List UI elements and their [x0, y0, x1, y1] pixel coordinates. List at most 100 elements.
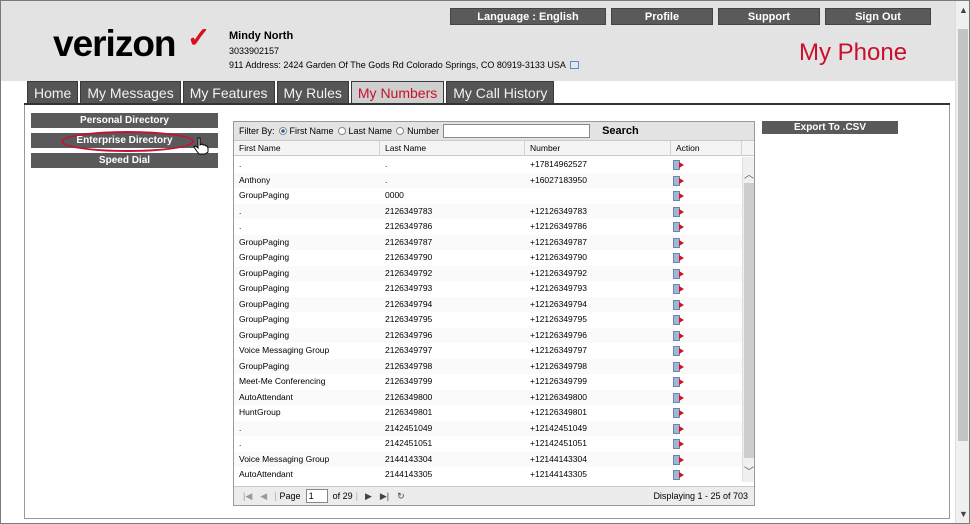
last-name-cell: .: [385, 159, 388, 169]
scroll-up-icon[interactable]: ︿: [744, 166, 754, 181]
support-button[interactable]: Support: [718, 8, 820, 25]
prev-page-icon[interactable]: ◀: [260, 491, 267, 502]
table-row[interactable]: . 2126349786 +12126349786: [234, 219, 742, 235]
table-row[interactable]: . 2142451049 +12142451049: [234, 420, 742, 436]
page-input[interactable]: 1: [305, 489, 328, 503]
tab-my-rules[interactable]: My Rules: [276, 81, 349, 103]
table-row[interactable]: GroupPaging 2126349795 +12126349795: [234, 312, 742, 328]
first-name-cell: Voice Messaging Group: [239, 345, 330, 355]
speed-dial-button[interactable]: Speed Dial: [31, 153, 218, 168]
last-name-cell: 2126349801: [385, 407, 433, 417]
first-name-cell: GroupPaging: [239, 329, 290, 340]
table-row[interactable]: GroupPaging 2126349798 +12126349798: [234, 358, 742, 374]
window-scroll-down-icon[interactable]: ▼: [959, 509, 968, 519]
dial-action-icon[interactable]: [673, 392, 684, 403]
filter-number-label: Number: [407, 126, 440, 136]
dial-action-icon[interactable]: [673, 377, 684, 387]
personal-directory-button[interactable]: Personal Directory: [31, 113, 218, 128]
column-first-name[interactable]: First Name: [234, 141, 380, 156]
table-row[interactable]: GroupPaging 2126349792 +12126349792: [234, 265, 742, 281]
dial-action-icon[interactable]: [673, 315, 684, 325]
column-last-name[interactable]: Last Name: [380, 141, 525, 156]
table-row[interactable]: . 2126349783 +12126349783: [234, 203, 742, 219]
filter-number-radio[interactable]: [396, 127, 405, 135]
number-cell: +17814962527: [530, 159, 587, 169]
dial-action-icon[interactable]: [673, 268, 684, 279]
dial-action-icon[interactable]: [673, 454, 684, 465]
pager: |◀ ◀ | Page 1 of 29 | ▶ ▶| ↻ Displaying …: [234, 486, 754, 505]
window-scrollbar[interactable]: ▲ ▼: [955, 1, 969, 523]
column-action: Action: [671, 141, 742, 156]
dial-action-icon[interactable]: [673, 237, 684, 248]
dial-action-icon[interactable]: [673, 330, 684, 341]
number-cell: +12126349794: [530, 298, 587, 309]
table-row[interactable]: . 2142451051 +12142451051: [234, 436, 742, 452]
filter-first-name-radio[interactable]: [278, 127, 287, 135]
table-row[interactable]: GroupPaging 2126349796 +12126349796: [234, 327, 742, 343]
search-input[interactable]: [443, 124, 591, 138]
number-cell: +12126349796: [530, 329, 587, 340]
number-cell: +12126349793: [530, 283, 587, 293]
dial-action-icon[interactable]: [673, 253, 684, 263]
dial-action-icon[interactable]: [673, 439, 684, 449]
pager-separator: |: [274, 491, 277, 501]
first-page-icon[interactable]: |◀: [243, 491, 252, 502]
last-name-cell: 2126349794: [385, 298, 433, 309]
dial-action-icon[interactable]: [673, 408, 684, 418]
table-row[interactable]: AutoAttendant 2126349800 +12126349800: [234, 389, 742, 405]
first-name-cell: GroupPaging: [239, 298, 290, 309]
last-name-cell: 2126349792: [385, 267, 433, 278]
dial-action-icon[interactable]: [673, 470, 684, 480]
window-scroll-thumb[interactable]: [958, 29, 968, 441]
table-row[interactable]: .. +17814962527: [234, 157, 742, 173]
tab-my-features[interactable]: My Features: [182, 81, 275, 103]
table-row[interactable]: GroupPaging 2126349794 +12126349794: [234, 296, 742, 312]
dial-action-icon[interactable]: [673, 206, 684, 217]
language-button[interactable]: Language : English: [450, 8, 606, 25]
export-csv-button[interactable]: Export To .CSV: [762, 121, 898, 134]
dial-action-icon[interactable]: [673, 361, 684, 372]
column-number[interactable]: Number: [525, 141, 671, 156]
dial-action-icon[interactable]: [673, 160, 684, 170]
tab-home[interactable]: Home: [27, 81, 79, 103]
table-row[interactable]: Voice Messaging Group 2144143304 +12144143…: [234, 451, 742, 467]
sign-out-button[interactable]: Sign Out: [825, 8, 931, 25]
main-tabs: Home My Messages My Features My Rules My…: [27, 81, 555, 103]
filter-first-name-label: First Name: [289, 126, 334, 136]
tab-my-numbers[interactable]: My Numbers: [350, 81, 445, 103]
table-row[interactable]: AutoAttendant 2144143305 +12144143305: [234, 467, 742, 482]
dial-action-icon[interactable]: [673, 299, 684, 310]
grid-scrollbar[interactable]: ︿ ﹀: [742, 157, 754, 482]
table-row[interactable]: GroupPaging 2126349787 +12126349787: [234, 234, 742, 250]
last-name-cell: 2144143304: [385, 453, 433, 464]
first-name-cell: Meet-Me Conferencing: [239, 376, 326, 386]
profile-button[interactable]: Profile: [611, 8, 713, 25]
table-row[interactable]: Anthony. +16027183950: [234, 172, 742, 188]
table-row[interactable]: GroupPaging 0000: [234, 188, 742, 204]
dial-action-icon[interactable]: [673, 222, 684, 232]
dial-action-icon[interactable]: [673, 191, 684, 201]
search-button[interactable]: Search: [602, 125, 639, 137]
scroll-down-icon[interactable]: ﹀: [744, 463, 754, 478]
last-name-cell: 2126349790: [385, 252, 433, 262]
filter-last-name-radio[interactable]: [337, 127, 346, 135]
dial-action-icon[interactable]: [673, 175, 684, 186]
table-row[interactable]: GroupPaging 2126349793 +12126349793: [234, 281, 742, 297]
table-row[interactable]: HuntGroup 2126349801 +12126349801: [234, 405, 742, 421]
edit-address-icon[interactable]: [569, 61, 579, 69]
tab-my-call-history[interactable]: My Call History: [446, 81, 555, 103]
refresh-icon[interactable]: ↻: [397, 491, 405, 502]
table-row[interactable]: Meet-Me Conferencing 2126349799 +121263497…: [234, 374, 742, 390]
table-row[interactable]: Voice Messaging Group 2126349797 +12126349…: [234, 343, 742, 359]
dial-action-icon[interactable]: [673, 284, 684, 294]
app-title: My Phone: [799, 39, 908, 66]
first-name-cell: .: [239, 221, 242, 231]
dial-action-icon[interactable]: [673, 346, 684, 356]
last-page-icon[interactable]: ▶|: [380, 491, 389, 502]
grid-scroll-thumb[interactable]: [744, 183, 754, 458]
next-page-icon[interactable]: ▶: [365, 491, 372, 502]
table-row[interactable]: GroupPaging 2126349790 +12126349790: [234, 250, 742, 266]
tab-my-messages[interactable]: My Messages: [80, 81, 181, 103]
window-scroll-up-icon[interactable]: ▲: [959, 5, 968, 15]
dial-action-icon[interactable]: [673, 423, 684, 434]
